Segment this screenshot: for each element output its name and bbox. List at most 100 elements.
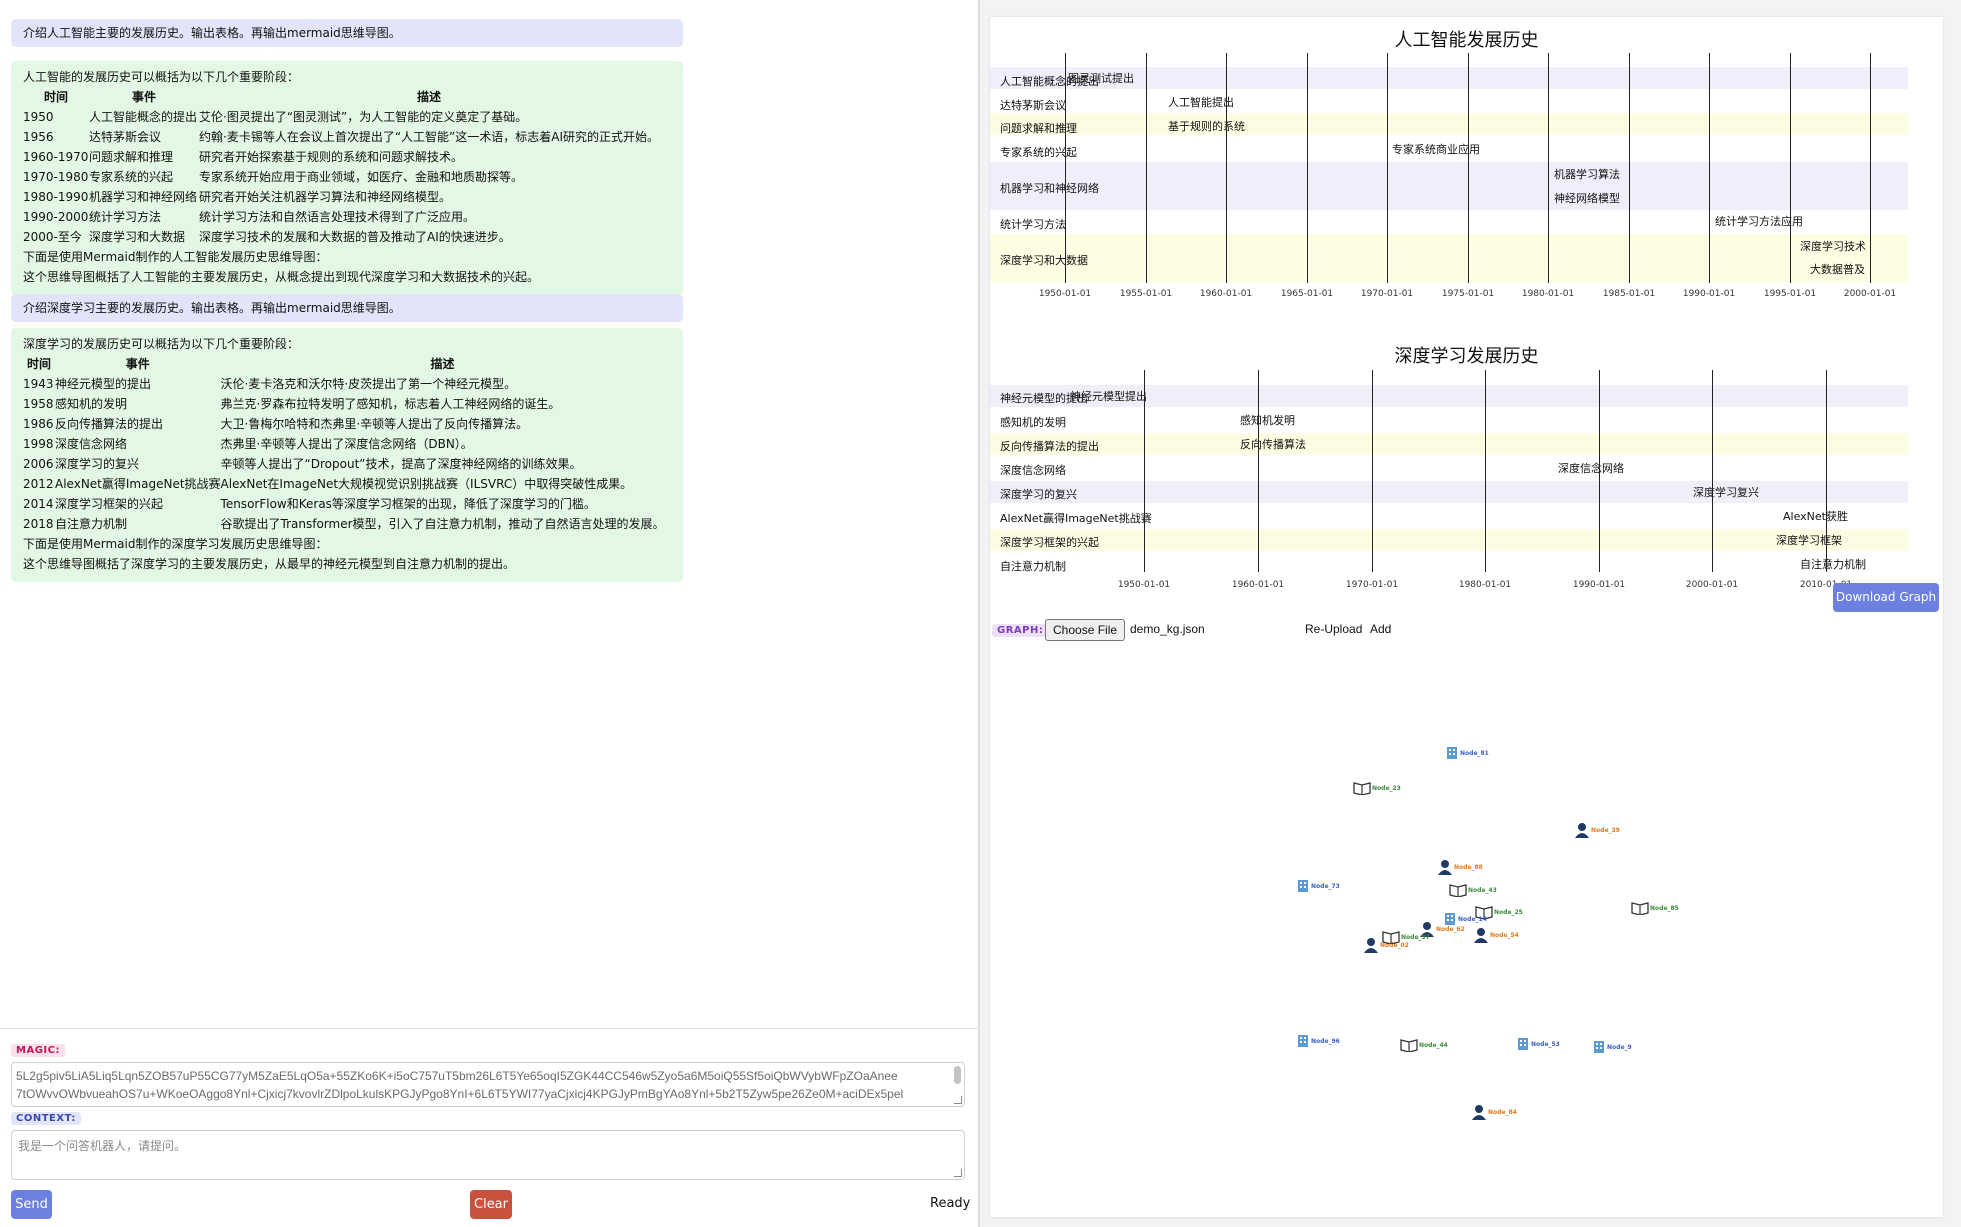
node-label: Node_39 bbox=[1591, 826, 1620, 834]
graph-node[interactable]: Node_39 bbox=[1574, 822, 1620, 838]
node-label: Node_85 bbox=[1650, 904, 1679, 912]
graph-node[interactable]: Node_14 bbox=[1443, 912, 1487, 926]
table-header: 事件 bbox=[125, 357, 150, 371]
table-row: 1956 达特茅斯会议 约翰·麦卡锡等人在会议上首次提出了“人工智能”这一术语，标志… bbox=[23, 127, 659, 147]
gantt-tick-label: 1995-01-01 bbox=[1763, 289, 1817, 299]
building-icon bbox=[1298, 880, 1308, 892]
context-input[interactable]: 我是一个问答机器人，请提问。 bbox=[11, 1130, 965, 1180]
resize-handle[interactable] bbox=[954, 1096, 962, 1104]
table-row: 2000-至今 深度学习和大数据 深度学习技术的发展和大数据的普及推动了AI的快速进… bbox=[23, 227, 659, 247]
book-icon bbox=[1631, 902, 1649, 915]
gantt-section-band bbox=[990, 433, 1908, 455]
book-icon bbox=[1382, 931, 1400, 944]
graph-node[interactable]: Node_23 bbox=[1353, 781, 1401, 795]
pane-divider[interactable] bbox=[978, 0, 980, 1227]
dl-history-gantt: 深度学习发展历史 神经元模型的提出 感知机的发明 反向传播算法的提出 深度信念网… bbox=[990, 332, 1943, 612]
table-row: 1986 反向传播算法的提出 大卫·鲁梅尔哈特和杰弗里·辛顿等人提出了反向传播算法。 bbox=[23, 414, 665, 434]
gantt-task: 深度学习技术 bbox=[1800, 240, 1866, 253]
table-row: 2006 深度学习的复兴 辛顿等人提出了“Dropout”技术，提高了深度神经网络的… bbox=[23, 454, 665, 474]
gantt-gridline bbox=[1468, 53, 1469, 283]
gantt-gridline bbox=[1226, 53, 1227, 283]
bot-message: 人工智能的发展历史可以概括为以下几个重要阶段： 时间 事件 描述 1950 人工智… bbox=[11, 61, 683, 295]
table-cell: AlexNet赢得ImageNet挑战赛 bbox=[55, 477, 221, 491]
person-icon bbox=[1474, 928, 1488, 943]
knowledge-graph[interactable]: Node_81 Node_23 Node_39 Node_88 Node_73 … bbox=[990, 657, 1943, 1212]
gantt-section-label: 深度学习和大数据 bbox=[1000, 254, 1088, 267]
chart-title: 深度学习发展历史 bbox=[1394, 346, 1539, 367]
graph-node[interactable]: Node_96 bbox=[1296, 1034, 1340, 1048]
table-cell: 1958 bbox=[23, 397, 54, 411]
graph-node[interactable]: Node_88 bbox=[1437, 859, 1483, 875]
chat-pane: 介绍人工智能主要的发展历史。输出表格。再输出mermaid思维导图。 人工智能的… bbox=[0, 0, 978, 1227]
node-label: Node_53 bbox=[1531, 1040, 1560, 1048]
table-cell: 专家系统的兴起 bbox=[89, 170, 174, 184]
table-cell: 艾伦·图灵提出了“图灵测试”，为人工智能的定义奠定了基础。 bbox=[199, 110, 528, 124]
context-label: CONTEXT: bbox=[11, 1112, 81, 1125]
context-placeholder: 我是一个问答机器人，请提问。 bbox=[18, 1139, 187, 1153]
resize-handle[interactable] bbox=[954, 1169, 962, 1177]
table-cell: 弗兰克·罗森布拉特发明了感知机，标志着人工神经网络的诞生。 bbox=[220, 397, 561, 411]
gantt-task: 深度学习复兴 bbox=[1693, 486, 1759, 499]
scrollbar[interactable] bbox=[954, 1066, 961, 1084]
table-cell: 反向传播算法的提出 bbox=[55, 417, 164, 431]
gantt-gridline bbox=[1146, 53, 1147, 283]
person-icon bbox=[1438, 860, 1452, 875]
table-cell: 人工智能概念的提出 bbox=[89, 110, 198, 124]
magic-input[interactable]: 5L2g5piv5LiA5Liq5Lqn5ZOB57uP55CG77yM5ZaE… bbox=[11, 1062, 965, 1107]
file-name: demo_kg.json bbox=[1130, 622, 1205, 636]
node-label: Node_14 bbox=[1458, 915, 1487, 923]
graph-node[interactable]: Node_85 bbox=[1631, 901, 1679, 915]
send-button[interactable]: Send bbox=[11, 1190, 52, 1219]
clear-button[interactable]: Clear bbox=[470, 1190, 512, 1219]
graph-node[interactable]: Node_73 bbox=[1296, 879, 1340, 893]
gantt-task: AlexNet获胜 bbox=[1783, 510, 1848, 523]
table-header: 事件 bbox=[131, 90, 156, 104]
table-cell: 1970-1980 bbox=[23, 170, 89, 184]
building-icon bbox=[1594, 1041, 1604, 1053]
gantt-gridline bbox=[1548, 53, 1549, 283]
graph-node[interactable]: Node_9 bbox=[1592, 1040, 1632, 1054]
gantt-tick-label: 1990-01-01 bbox=[1682, 289, 1736, 299]
graph-node[interactable]: Node_54 bbox=[1473, 927, 1519, 943]
gantt-tick-label: 1985-01-01 bbox=[1602, 289, 1656, 299]
table-row: 1958 感知机的发明 弗兰克·罗森布拉特发明了感知机，标志着人工神经网络的诞生。 bbox=[23, 394, 665, 414]
add-button[interactable]: Add bbox=[1370, 622, 1391, 636]
gantt-task: 感知机发明 bbox=[1240, 414, 1295, 427]
gantt-section-band bbox=[990, 481, 1908, 503]
person-icon bbox=[1472, 1105, 1486, 1120]
graph-node[interactable]: Node_53 bbox=[1516, 1037, 1560, 1051]
gantt-section-label: 机器学习和神经网络 bbox=[1000, 182, 1099, 195]
person-icon bbox=[1364, 938, 1378, 953]
choose-file-button[interactable]: Choose File bbox=[1045, 619, 1126, 641]
graph-node[interactable]: Node_44 bbox=[1400, 1038, 1448, 1052]
gantt-tick-label: 1970-01-01 bbox=[1345, 580, 1399, 590]
graph-node[interactable]: Node_97 bbox=[1382, 930, 1430, 944]
gantt-tick-label: 1975-01-01 bbox=[1441, 289, 1495, 299]
graph-node[interactable]: Node_43 bbox=[1449, 883, 1497, 897]
node-label: Node_97 bbox=[1401, 933, 1430, 941]
graph-node[interactable]: Node_81 bbox=[1445, 746, 1489, 760]
gantt-gridline bbox=[1599, 370, 1600, 572]
magic-line: 5L2g5piv5LiA5Liq5Lqn5ZOB57uP55CG77yM5ZaE… bbox=[16, 1069, 898, 1083]
gantt-task: 深度学习框架 bbox=[1776, 534, 1842, 547]
table-cell: 达特茅斯会议 bbox=[89, 130, 162, 144]
user-message-text: 介绍深度学习主要的发展历史。输出表格。再输出mermaid思维导图。 bbox=[23, 301, 401, 315]
gantt-gridline bbox=[1372, 370, 1373, 572]
table-cell: 统计学习方法 bbox=[89, 210, 162, 224]
chart-title: 人工智能发展历史 bbox=[1394, 30, 1539, 51]
gantt-tick-label: 1960-01-01 bbox=[1199, 289, 1253, 299]
input-panel: MAGIC: 5L2g5piv5LiA5Liq5Lqn5ZOB57uP55CG7… bbox=[0, 1028, 978, 1227]
node-label: Node_84 bbox=[1488, 1108, 1517, 1116]
download-graph-button[interactable]: Download Graph bbox=[1833, 583, 1939, 612]
node-label: Node_25 bbox=[1494, 908, 1523, 916]
table-header: 描述 bbox=[416, 90, 441, 104]
node-label: Node_23 bbox=[1372, 784, 1401, 792]
reupload-button[interactable]: Re-Upload bbox=[1305, 622, 1362, 636]
node-label: Node_43 bbox=[1468, 886, 1497, 894]
node-label: Node_9 bbox=[1607, 1043, 1632, 1051]
graph-label: GRAPH: bbox=[992, 624, 1049, 637]
graph-node[interactable]: Node_84 bbox=[1471, 1104, 1517, 1120]
gantt-section-label: 深度学习的复兴 bbox=[1000, 488, 1077, 501]
table-header: 描述 bbox=[430, 357, 455, 371]
table-row: 2018 自注意力机制 谷歌提出了Transformer模型，引入了自注意力机制，推… bbox=[23, 514, 665, 534]
